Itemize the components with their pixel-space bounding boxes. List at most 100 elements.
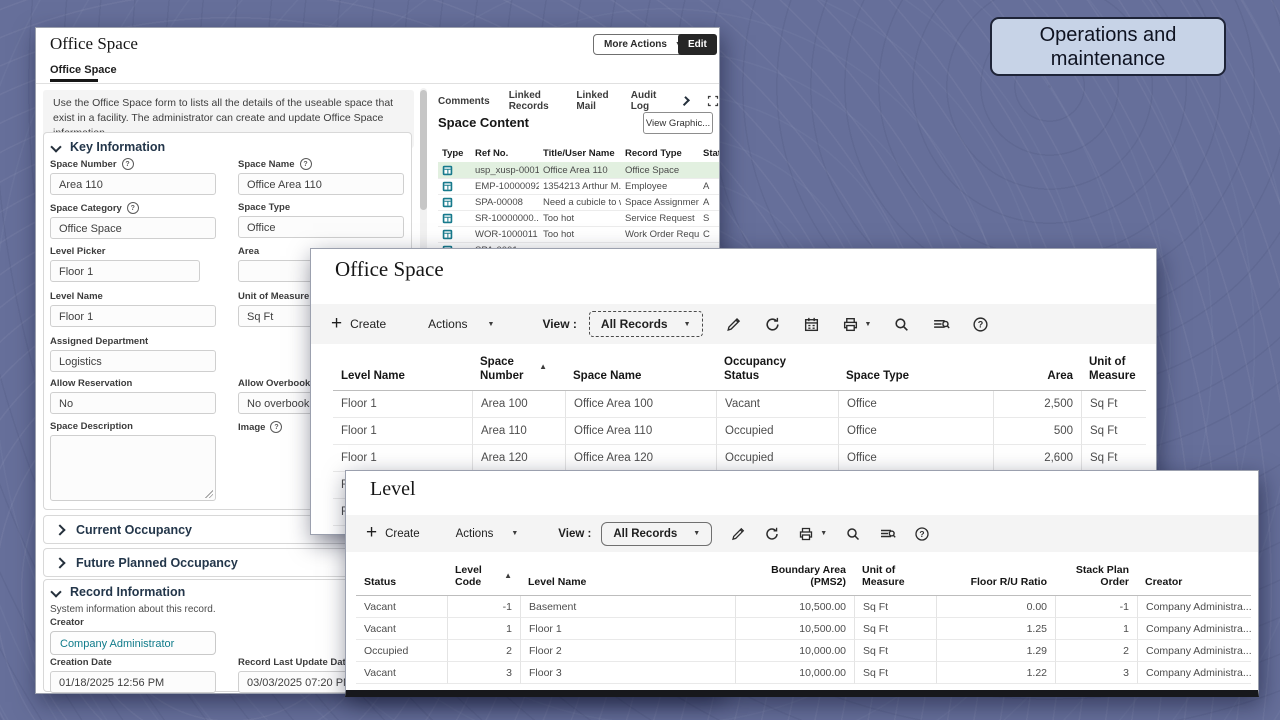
create-button[interactable]: + Create xyxy=(331,316,386,333)
field-space-number: Space Number? Area 110 xyxy=(50,158,216,195)
filter-search-icon[interactable] xyxy=(932,316,950,333)
col-header-record-type[interactable]: Record Type xyxy=(621,146,699,163)
refresh-icon[interactable] xyxy=(764,316,781,333)
view-select[interactable]: All Records ▼ xyxy=(589,311,703,337)
space-content-row[interactable]: EMP-10000092 1354213 Arthur M... Employe… xyxy=(438,178,720,195)
record-information-note: System information about this record. xyxy=(50,604,216,615)
space-number-input[interactable]: Area 110 xyxy=(50,173,216,195)
edit-pencil-icon[interactable] xyxy=(730,526,746,542)
col-header-ref-no[interactable]: Ref No. xyxy=(471,146,539,163)
tab-linked-records[interactable]: Linked Records xyxy=(509,90,558,112)
table-row[interactable]: Vacant -1 Basement 10,500.00 Sq Ft 0.00 … xyxy=(356,596,1251,618)
edit-button[interactable]: Edit xyxy=(678,34,717,55)
help-icon[interactable]: ? xyxy=(270,421,282,433)
actions-menu-button[interactable]: Actions ▼ xyxy=(428,317,494,331)
tab-audit-log[interactable]: Audit Log xyxy=(631,90,661,112)
level-name-input[interactable]: Floor 1 xyxy=(50,305,216,327)
space-content-row[interactable]: SPA-00008 Need a cubicle to w... Space A… xyxy=(438,194,720,211)
table-row[interactable]: Floor 1 Area 100 Office Area 100 Vacant … xyxy=(333,391,1146,418)
refresh-icon[interactable] xyxy=(764,526,780,542)
allow-reservation-input[interactable]: No xyxy=(50,392,216,414)
space-category-input[interactable]: Office Space xyxy=(50,217,216,239)
tabs-overflow-chevron-icon[interactable] xyxy=(680,96,690,106)
col-header-creator[interactable]: Creator xyxy=(1137,556,1251,596)
table-row[interactable]: Vacant 3 Floor 3 10,000.00 Sq Ft 1.22 3 … xyxy=(356,662,1251,684)
printer-icon xyxy=(798,526,814,542)
table-row[interactable]: Vacant 1 Floor 1 10,500.00 Sq Ft 1.25 1 … xyxy=(356,618,1251,640)
record-form-icon xyxy=(442,181,453,192)
space-content-header-row: Type Ref No. Title/User Name Record Type… xyxy=(438,146,720,163)
calendar-icon[interactable] xyxy=(803,316,820,333)
filter-search-icon[interactable] xyxy=(879,526,896,542)
table-row[interactable]: Occupied 2 Floor 2 10,000.00 Sq Ft 1.29 … xyxy=(356,640,1251,662)
col-header-title-user-name[interactable]: Title/User Name xyxy=(539,146,621,163)
chevron-down-icon xyxy=(50,141,61,152)
col-header-stack-plan-order[interactable]: Stack Plan Order xyxy=(1055,556,1137,596)
field-space-category: Space Category? Office Space xyxy=(50,202,216,239)
help-icon[interactable]: ? xyxy=(127,202,139,214)
col-header-space-name[interactable]: Space Name xyxy=(565,349,716,391)
field-allow-reservation: Allow Reservation No xyxy=(50,378,216,414)
chevron-down-icon: ▼ xyxy=(684,321,691,328)
print-button[interactable]: ▼ xyxy=(798,526,827,542)
scrollbar-thumb[interactable] xyxy=(420,90,427,210)
chevron-down-icon: ▼ xyxy=(820,530,827,537)
col-header-level-name[interactable]: Level Name xyxy=(520,556,735,596)
table-row[interactable]: Floor 1 Area 110 Office Area 110 Occupie… xyxy=(333,418,1146,445)
desktop-background: Office Space More Actions ▼ Edit Office … xyxy=(0,0,1280,720)
help-icon[interactable]: ? xyxy=(914,526,930,542)
expand-icon[interactable] xyxy=(707,95,719,107)
tab-linked-mail[interactable]: Linked Mail xyxy=(576,90,611,112)
window-title: Office Space xyxy=(335,257,444,282)
space-name-input[interactable]: Office Area 110 xyxy=(238,173,404,195)
tab-office-space[interactable]: Office Space xyxy=(50,64,117,76)
col-header-unit-of-measure[interactable]: Unit of Measure xyxy=(1081,349,1146,391)
space-type-input[interactable]: Office xyxy=(238,216,404,238)
list-toolbar: + Create Actions ▼ View : All Records ▼ xyxy=(311,304,1156,344)
view-graphic-button[interactable]: View Graphic... xyxy=(643,112,713,134)
col-header-occupancy-status[interactable]: Occupancy Status xyxy=(716,349,838,391)
space-content-row[interactable]: SR-10000000... Too hot Service Request S xyxy=(438,210,720,227)
sort-ascending-icon: ▲ xyxy=(539,362,547,372)
related-tabs: Comments Linked Records Linked Mail Audi… xyxy=(438,90,719,112)
search-icon[interactable] xyxy=(893,316,910,333)
tab-comments[interactable]: Comments xyxy=(438,96,490,107)
print-button[interactable]: ▼ xyxy=(842,316,872,333)
record-form-icon xyxy=(442,165,453,176)
col-header-space-number[interactable]: Space Number▲ xyxy=(472,349,565,391)
space-description-textarea[interactable] xyxy=(50,435,216,501)
create-button[interactable]: + Create xyxy=(366,525,420,542)
space-content-row[interactable]: WOR-1000011 Too hot Work Order Request C xyxy=(438,226,720,243)
level-picker-input[interactable]: Floor 1 xyxy=(50,260,200,282)
col-header-type[interactable]: Type xyxy=(438,146,471,163)
creator-link[interactable]: Company Administrator xyxy=(50,631,216,655)
actions-menu-button[interactable]: Actions ▼ xyxy=(456,528,519,540)
chevron-right-icon xyxy=(54,524,65,535)
col-header-level-code[interactable]: Level Code▲ xyxy=(447,556,520,596)
record-information-header[interactable]: Record Information xyxy=(52,585,185,599)
key-information-header[interactable]: Key Information xyxy=(52,140,165,154)
assigned-department-input[interactable]: Logistics xyxy=(50,350,216,372)
search-icon[interactable] xyxy=(845,526,861,542)
help-icon[interactable]: ? xyxy=(300,158,312,170)
col-header-level-name[interactable]: Level Name xyxy=(333,349,472,391)
more-actions-label: More Actions xyxy=(604,39,667,50)
record-form-icon xyxy=(442,229,453,240)
help-icon[interactable]: ? xyxy=(122,158,134,170)
table-row[interactable]: Floor 1 Area 120 Office Area 120 Occupie… xyxy=(333,445,1146,472)
record-form-icon xyxy=(442,197,453,208)
chevron-down-icon: ▼ xyxy=(488,321,495,328)
space-content-row[interactable]: usp_xusp-0001 Office Area 110 Office Spa… xyxy=(438,162,720,179)
col-header-status[interactable]: Status xyxy=(356,556,447,596)
view-select[interactable]: All Records ▼ xyxy=(601,522,712,546)
col-header-area[interactable]: Area xyxy=(993,349,1081,391)
col-header-floor-ru-ratio[interactable]: Floor R/U Ratio xyxy=(936,556,1055,596)
edit-pencil-icon[interactable] xyxy=(725,316,742,333)
col-header-space-type[interactable]: Space Type xyxy=(838,349,993,391)
col-header-boundary-area[interactable]: Boundary Area (PMS2) xyxy=(735,556,854,596)
col-header-status[interactable]: Status xyxy=(699,146,720,163)
creation-date-input[interactable]: 01/18/2025 12:56 PM xyxy=(50,671,216,693)
table-header-row: Status Level Code▲ Level Name Boundary A… xyxy=(356,556,1251,596)
col-header-unit-of-measure[interactable]: Unit of Measure xyxy=(854,556,936,596)
help-icon[interactable]: ? xyxy=(972,316,989,333)
